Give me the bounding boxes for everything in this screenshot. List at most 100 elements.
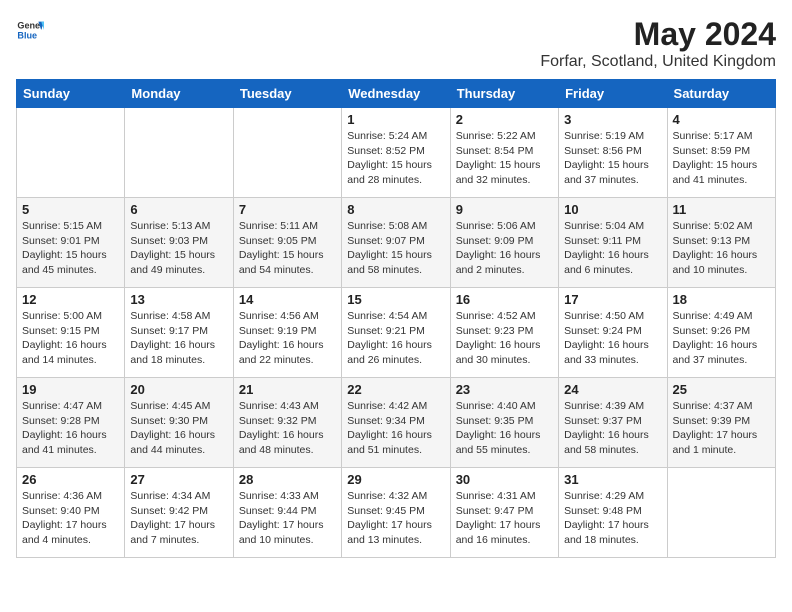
day-number: 25 [673,382,770,397]
logo-icon: General Blue [16,16,44,44]
table-row: 26 Sunrise: 4:36 AM Sunset: 9:40 PM Dayli… [17,468,125,558]
table-row: 7 Sunrise: 5:11 AM Sunset: 9:05 PM Daylig… [233,198,341,288]
table-row: 6Sunrise: 5:13 AM Sunset: 9:03 PM Daylig… [125,198,233,288]
day-number: 12 [22,292,119,307]
day-info: Sunrise: 4:31 AM Sunset: 9:47 PM Dayligh… [456,489,553,548]
calendar-week-row: 12 Sunrise: 5:00 AM Sunset: 9:15 PM Dayli… [17,288,776,378]
day-number: 15 [347,292,444,307]
table-row: 5 Sunrise: 5:15 AM Sunset: 9:01 PM Daylig… [17,198,125,288]
logo: General Blue [16,16,44,44]
table-row: 23Sunrise: 4:40 AM Sunset: 9:35 PM Dayli… [450,378,558,468]
day-number: 16 [456,292,553,307]
day-info: Sunrise: 5:00 AM Sunset: 9:15 PM Dayligh… [22,309,119,368]
day-info: Sunrise: 4:52 AM Sunset: 9:23 PM Dayligh… [456,309,553,368]
day-info: Sunrise: 4:47 AM Sunset: 9:28 PM Dayligh… [22,399,119,458]
day-info: Sunrise: 5:11 AM Sunset: 9:05 PM Dayligh… [239,219,336,278]
table-row [233,108,341,198]
day-number: 21 [239,382,336,397]
table-row: 18Sunrise: 4:49 AM Sunset: 9:26 PM Dayli… [667,288,775,378]
svg-text:Blue: Blue [17,30,37,40]
day-number: 23 [456,382,553,397]
table-row: 29 Sunrise: 4:32 AM Sunset: 9:45 PM Dayli… [342,468,450,558]
day-info: Sunrise: 4:54 AM Sunset: 9:21 PM Dayligh… [347,309,444,368]
calendar-week-row: 5 Sunrise: 5:15 AM Sunset: 9:01 PM Daylig… [17,198,776,288]
table-row [667,468,775,558]
table-row: 9Sunrise: 5:06 AM Sunset: 9:09 PM Daylig… [450,198,558,288]
day-info: Sunrise: 4:33 AM Sunset: 9:44 PM Dayligh… [239,489,336,548]
page-container: General Blue May 2024 Forfar, Scotland, … [16,16,776,558]
table-row: 2Sunrise: 5:22 AM Sunset: 8:54 PM Daylig… [450,108,558,198]
day-info: Sunrise: 4:49 AM Sunset: 9:26 PM Dayligh… [673,309,770,368]
table-row: 19 Sunrise: 4:47 AM Sunset: 9:28 PM Dayli… [17,378,125,468]
table-row: 10 Sunrise: 5:04 AM Sunset: 9:11 PM Dayli… [559,198,667,288]
month-title: May 2024 [540,16,776,53]
day-number: 27 [130,472,227,487]
calendar-week-row: 1 Sunrise: 5:24 AM Sunset: 8:52 PM Daylig… [17,108,776,198]
header-monday: Monday [125,80,233,108]
day-info: Sunrise: 4:29 AM Sunset: 9:48 PM Dayligh… [564,489,661,548]
title-area: May 2024 Forfar, Scotland, United Kingdo… [540,16,776,71]
day-number: 6 [130,202,227,217]
day-number: 19 [22,382,119,397]
table-row: 30 Sunrise: 4:31 AM Sunset: 9:47 PM Dayli… [450,468,558,558]
day-number: 8 [347,202,444,217]
table-row: 22 Sunrise: 4:42 AM Sunset: 9:34 PM Dayli… [342,378,450,468]
table-row: 14 Sunrise: 4:56 AM Sunset: 9:19 PM Dayli… [233,288,341,378]
header-saturday: Saturday [667,80,775,108]
day-number: 17 [564,292,661,307]
table-row: 8 Sunrise: 5:08 AM Sunset: 9:07 PM Daylig… [342,198,450,288]
day-number: 29 [347,472,444,487]
day-info: Sunrise: 5:19 AM Sunset: 8:56 PM Dayligh… [564,129,661,188]
day-number: 13 [130,292,227,307]
day-number: 26 [22,472,119,487]
day-info: Sunrise: 4:32 AM Sunset: 9:45 PM Dayligh… [347,489,444,548]
day-number: 22 [347,382,444,397]
table-row: 21Sunrise: 4:43 AM Sunset: 9:32 PM Dayli… [233,378,341,468]
header-thursday: Thursday [450,80,558,108]
day-info: Sunrise: 5:15 AM Sunset: 9:01 PM Dayligh… [22,219,119,278]
day-number: 10 [564,202,661,217]
day-info: Sunrise: 4:50 AM Sunset: 9:24 PM Dayligh… [564,309,661,368]
table-row: 24Sunrise: 4:39 AM Sunset: 9:37 PM Dayli… [559,378,667,468]
day-number: 4 [673,112,770,127]
header: General Blue May 2024 Forfar, Scotland, … [16,16,776,71]
calendar-table: Sunday Monday Tuesday Wednesday Thursday… [16,79,776,558]
day-number: 7 [239,202,336,217]
day-info: Sunrise: 4:36 AM Sunset: 9:40 PM Dayligh… [22,489,119,548]
day-info: Sunrise: 5:17 AM Sunset: 8:59 PM Dayligh… [673,129,770,188]
header-friday: Friday [559,80,667,108]
table-row: 13 Sunrise: 4:58 AM Sunset: 9:17 PM Dayli… [125,288,233,378]
day-info: Sunrise: 4:58 AM Sunset: 9:17 PM Dayligh… [130,309,227,368]
day-info: Sunrise: 4:34 AM Sunset: 9:42 PM Dayligh… [130,489,227,548]
day-info: Sunrise: 5:08 AM Sunset: 9:07 PM Dayligh… [347,219,444,278]
day-info: Sunrise: 4:56 AM Sunset: 9:19 PM Dayligh… [239,309,336,368]
table-row: 16 Sunrise: 4:52 AM Sunset: 9:23 PM Dayli… [450,288,558,378]
table-row: 12 Sunrise: 5:00 AM Sunset: 9:15 PM Dayli… [17,288,125,378]
day-info: Sunrise: 5:24 AM Sunset: 8:52 PM Dayligh… [347,129,444,188]
calendar-header-row: Sunday Monday Tuesday Wednesday Thursday… [17,80,776,108]
day-number: 20 [130,382,227,397]
day-number: 28 [239,472,336,487]
day-info: Sunrise: 4:37 AM Sunset: 9:39 PM Dayligh… [673,399,770,458]
day-number: 14 [239,292,336,307]
day-number: 5 [22,202,119,217]
day-info: Sunrise: 5:02 AM Sunset: 9:13 PM Dayligh… [673,219,770,278]
header-tuesday: Tuesday [233,80,341,108]
table-row: 27 Sunrise: 4:34 AM Sunset: 9:42 PM Dayli… [125,468,233,558]
table-row: 3Sunrise: 5:19 AM Sunset: 8:56 PM Daylig… [559,108,667,198]
table-row: 31Sunrise: 4:29 AM Sunset: 9:48 PM Dayli… [559,468,667,558]
day-info: Sunrise: 4:45 AM Sunset: 9:30 PM Dayligh… [130,399,227,458]
day-info: Sunrise: 4:42 AM Sunset: 9:34 PM Dayligh… [347,399,444,458]
calendar-week-row: 19 Sunrise: 4:47 AM Sunset: 9:28 PM Dayli… [17,378,776,468]
day-info: Sunrise: 5:04 AM Sunset: 9:11 PM Dayligh… [564,219,661,278]
day-number: 1 [347,112,444,127]
day-number: 9 [456,202,553,217]
table-row [125,108,233,198]
table-row: 1 Sunrise: 5:24 AM Sunset: 8:52 PM Daylig… [342,108,450,198]
day-number: 11 [673,202,770,217]
table-row: 11 Sunrise: 5:02 AM Sunset: 9:13 PM Dayli… [667,198,775,288]
table-row: 28 Sunrise: 4:33 AM Sunset: 9:44 PM Dayli… [233,468,341,558]
day-number: 30 [456,472,553,487]
location-title: Forfar, Scotland, United Kingdom [540,53,776,71]
table-row: 17 Sunrise: 4:50 AM Sunset: 9:24 PM Dayli… [559,288,667,378]
